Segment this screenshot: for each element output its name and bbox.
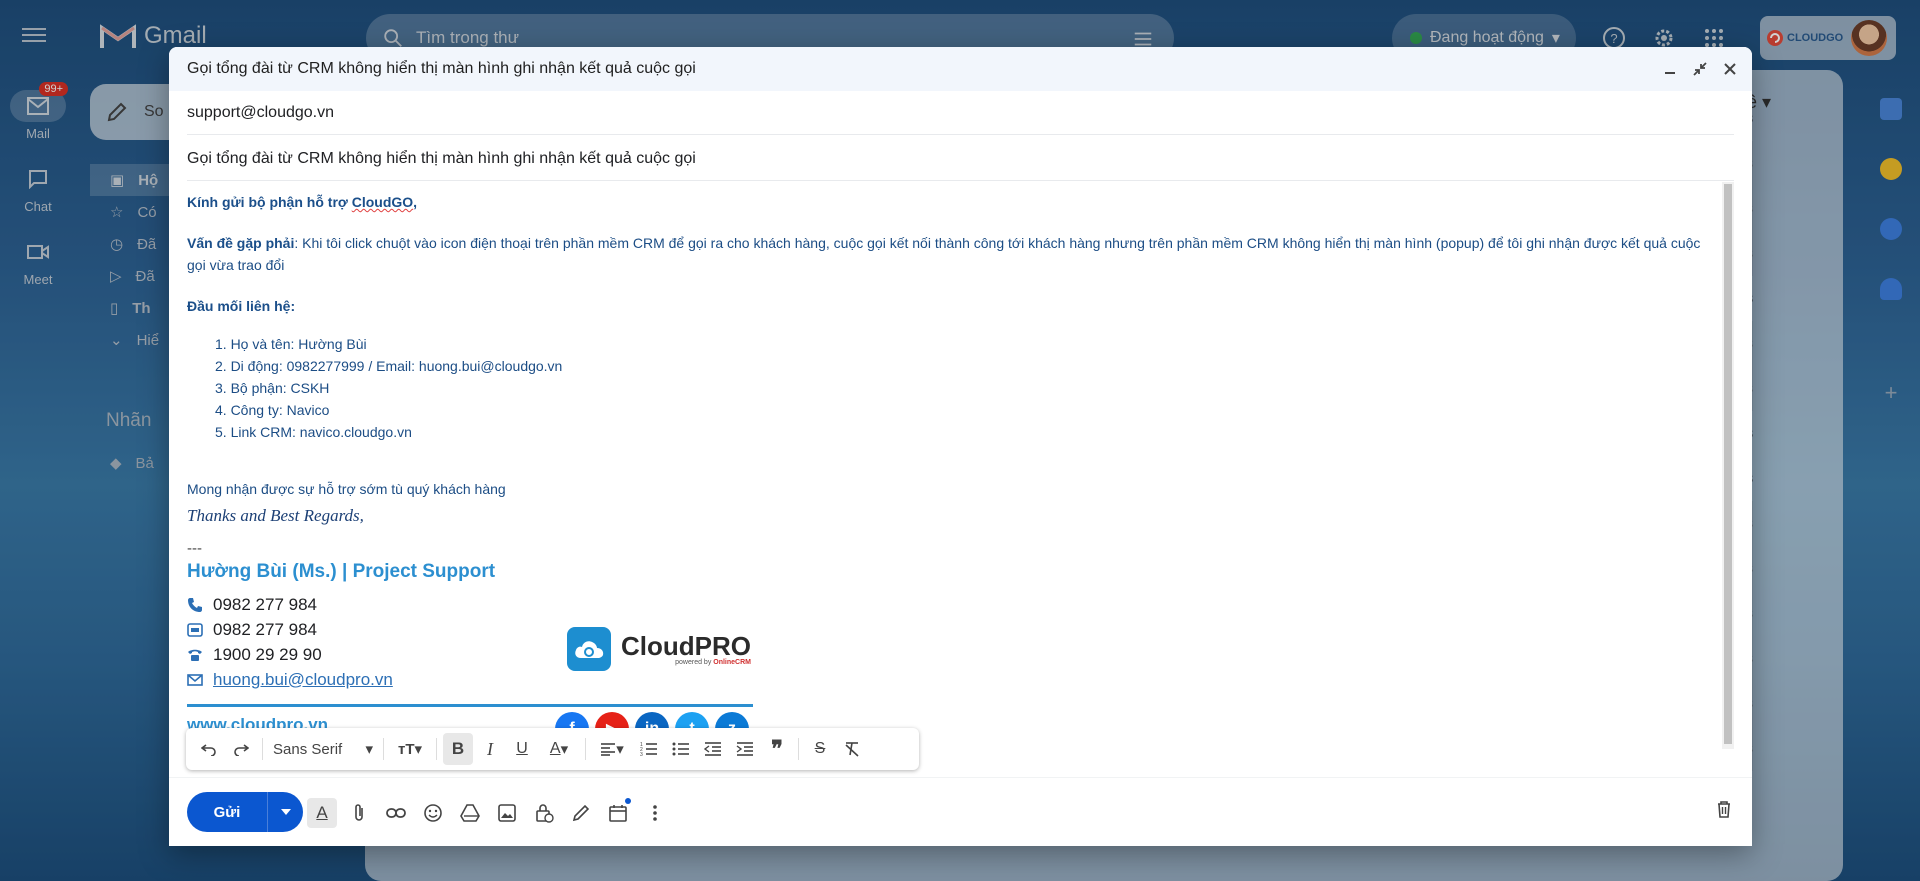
list-item: 2. Di động: 0982277999 / Email: huong.bu…: [215, 358, 563, 374]
confidential-mode-icon[interactable]: [529, 798, 559, 828]
insert-photo-icon[interactable]: [492, 798, 522, 828]
mobile-zalo-icon: [187, 622, 203, 637]
exit-fullscreen-icon[interactable]: [1688, 57, 1712, 81]
body-scrollbar[interactable]: [1722, 182, 1734, 749]
signature-name: Hường Bùi (Ms.) | Project Support: [187, 561, 496, 582]
emoji-icon[interactable]: [418, 798, 448, 828]
cloudpro-logo-name: CloudPRO: [621, 630, 751, 661]
text-color-icon[interactable]: A ▾: [539, 733, 579, 765]
compose-titlebar[interactable]: Gọi tổng đài từ CRM không hiển thị màn h…: [169, 47, 1752, 91]
italic-icon[interactable]: I: [475, 733, 505, 765]
regards: Thanks and Best Regards,: [187, 506, 364, 525]
font-size-icon[interactable]: тT ▾: [390, 733, 430, 765]
compose-action-bar: Gửi A: [169, 777, 1752, 846]
schedule-event-icon[interactable]: [603, 798, 633, 828]
bulleted-list-icon[interactable]: [666, 733, 696, 765]
indent-more-icon[interactable]: [730, 733, 760, 765]
signature-phone-2: 0982 277 984: [187, 617, 317, 642]
list-item: 3. Bộ phận: CSKH: [215, 380, 330, 396]
contact-list: 1. Họ và tên: Hường Bùi 2. Di động: 0982…: [215, 333, 562, 443]
compose-title: Gọi tổng đài từ CRM không hiển thị màn h…: [187, 60, 696, 77]
drive-icon[interactable]: [455, 798, 485, 828]
telephone-icon: [188, 649, 202, 661]
issue-text: : Khi tôi click chuột vào icon điện thoạ…: [187, 235, 1701, 273]
redo-icon[interactable]: [226, 733, 256, 765]
signature-email: huong.bui@cloudpro.vn: [187, 667, 393, 692]
signature-phone-1: 0982 277 984: [187, 592, 317, 617]
subject-value: Gọi tổng đài từ CRM không hiển thị màn h…: [187, 149, 696, 167]
send-button-group: Gửi: [187, 792, 303, 832]
bold-icon[interactable]: B: [443, 733, 473, 765]
underline-icon[interactable]: U: [507, 733, 537, 765]
issue-label: Vấn đề gặp phải: [187, 235, 295, 251]
subject-field[interactable]: Gọi tổng đài từ CRM không hiển thị màn h…: [187, 137, 1734, 181]
insert-link-icon[interactable]: [381, 798, 411, 828]
schedule-send-dropdown[interactable]: [267, 792, 303, 832]
svg-text:3: 3: [640, 752, 643, 756]
align-icon[interactable]: ▾: [592, 733, 632, 765]
list-item: 4. Công ty: Navico: [215, 402, 330, 418]
cloudpro-logo: CloudPRO powered by OnlineCRM: [567, 627, 751, 671]
contact-heading: Đầu mối liên hệ:: [187, 298, 296, 314]
list-item: 1. Họ và tên: Hường Bùi: [215, 336, 367, 352]
envelope-icon: [187, 673, 203, 686]
numbered-list-icon[interactable]: 123: [634, 733, 664, 765]
list-item: 5. Link CRM: navico.cloudgo.vn: [215, 424, 412, 440]
attach-file-icon[interactable]: [344, 798, 374, 828]
greeting-brand: CloudGO: [351, 194, 414, 210]
issue-paragraph: Vấn đề gặp phải: Khi tôi click chuột vào…: [187, 232, 1717, 276]
recipient-value: support@cloudgo.vn: [187, 103, 334, 121]
closing-wish: Mong nhận được sự hỗ trợ sớm tù quý khác…: [187, 481, 506, 497]
scrollbar-thumb[interactable]: [1724, 184, 1732, 744]
signature-phone-3: 1900 29 29 90: [187, 642, 322, 667]
notification-dot: [625, 798, 631, 804]
compose-window: Gọi tổng đài từ CRM không hiển thị màn h…: [169, 47, 1752, 846]
more-options-icon[interactable]: [640, 798, 670, 828]
signature-pen-icon[interactable]: [566, 798, 596, 828]
signature-rule: [187, 704, 753, 707]
greeting: Kính gửi bộ phận hỗ trợ CloudGO,: [187, 194, 418, 210]
indent-less-icon[interactable]: [698, 733, 728, 765]
recipient-field[interactable]: support@cloudgo.vn: [187, 91, 1734, 135]
remove-formatting-icon[interactable]: [837, 733, 867, 765]
phone-icon: [188, 597, 202, 612]
font-family-select[interactable]: Sans Serif ▾: [269, 733, 377, 765]
discard-draft-icon[interactable]: [1716, 800, 1732, 823]
minimize-icon[interactable]: [1658, 57, 1682, 81]
chevron-down-icon: [280, 809, 291, 815]
strikethrough-icon[interactable]: S: [805, 733, 835, 765]
message-body[interactable]: Kính gửi bộ phận hỗ trợ CloudGO, Vấn đề …: [187, 182, 1727, 737]
compose-tools: A: [307, 798, 670, 828]
formatting-toolbar: Sans Serif ▾ тT ▾ B I U A ▾ ▾ 123 ❞ S: [186, 728, 919, 770]
send-button[interactable]: Gửi: [187, 792, 267, 832]
signature-email-link[interactable]: huong.bui@cloudpro.vn: [213, 670, 393, 690]
undo-icon[interactable]: [194, 733, 224, 765]
formatting-options-icon[interactable]: A: [307, 798, 337, 828]
close-icon[interactable]: [1718, 57, 1742, 81]
signature-separator: ---: [187, 540, 202, 557]
quote-icon[interactable]: ❞: [762, 733, 792, 765]
chevron-down-icon: ▾: [365, 741, 373, 758]
cloud-gear-icon: [567, 627, 611, 671]
